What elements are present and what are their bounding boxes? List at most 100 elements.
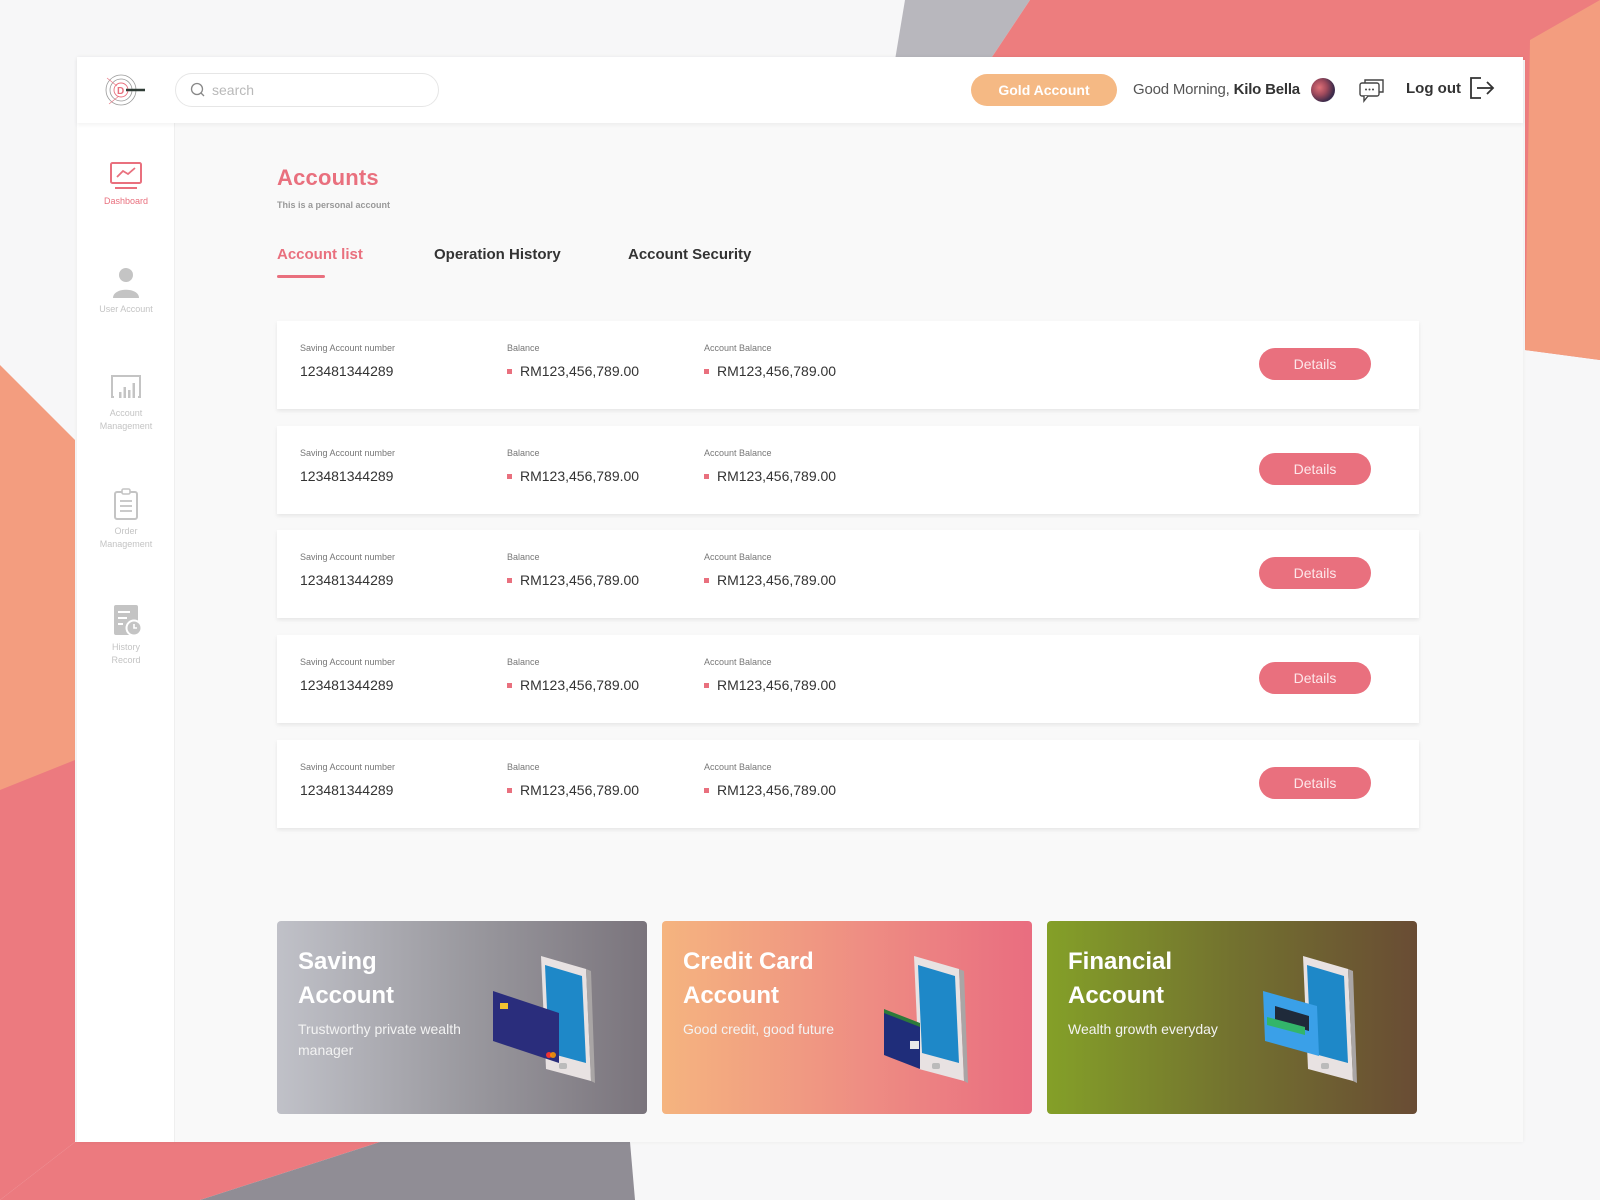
details-button[interactable]: Details [1259, 662, 1371, 694]
app-window: D Gold Account Good Morning, Kilo Bella [77, 57, 1523, 1142]
account-number-cell: Saving Account number 123481344289 [300, 657, 395, 693]
avatar[interactable] [1311, 78, 1335, 102]
svg-text:D: D [117, 86, 124, 97]
sidebar-item-label-line2: Management [99, 539, 153, 549]
balance-text: RM123,456,789.00 [520, 363, 640, 379]
account-balance-value: RM123,456,789.00 [704, 468, 836, 484]
search-icon [190, 82, 205, 97]
promo-card-financial[interactable]: Financial Account Wealth growth everyday [1047, 921, 1417, 1114]
bullet-icon [704, 577, 709, 583]
account-balance-value: RM123,456,789.00 [704, 782, 836, 798]
details-button[interactable]: Details [1259, 767, 1371, 799]
account-number-cell: Saving Account number 123481344289 [300, 552, 395, 588]
account-number-value: 123481344289 [300, 782, 395, 798]
promo-description: Good credit, good future [683, 1021, 834, 1037]
balance-cell: Balance RM123,456,789.00 [507, 762, 639, 798]
promo-title-line1: Credit Card [683, 948, 814, 975]
bullet-icon [507, 473, 512, 479]
balance-value: RM123,456,789.00 [507, 363, 639, 379]
account-number-value: 123481344289 [300, 677, 395, 693]
balance-cell: Balance RM123,456,789.00 [507, 552, 639, 588]
account-balance-label: Account Balance [704, 448, 772, 458]
promo-card-saving[interactable]: Saving Account Trustworthy private wealt… [277, 921, 647, 1114]
details-button[interactable]: Details [1259, 453, 1371, 485]
account-balance-text: RM123,456,789.00 [717, 468, 837, 484]
account-balance-value: RM123,456,789.00 [704, 677, 836, 693]
phone-wallet-icon [884, 956, 968, 1083]
bullet-icon [704, 368, 709, 374]
promo-title: Financial Account [1068, 945, 1268, 1013]
balance-cell: Balance RM123,456,789.00 [507, 448, 639, 484]
account-balance-value: RM123,456,789.00 [704, 572, 836, 588]
promo-card-credit[interactable]: Credit Card Account Good credit, good fu… [662, 921, 1032, 1114]
logo-icon: D [105, 74, 145, 106]
page-subtitle: This is a personal account [277, 200, 391, 210]
details-button[interactable]: Details [1259, 348, 1371, 380]
account-number-value: 123481344289 [300, 363, 395, 379]
account-balance-label: Account Balance [704, 552, 772, 562]
logout-button[interactable]: Log out [1406, 76, 1495, 100]
promo-description: Wealth growth everyday [1068, 1021, 1218, 1037]
account-number-label: Saving Account number [300, 657, 396, 667]
balance-text: RM123,456,789.00 [520, 572, 640, 588]
account-row: Saving Account number 123481344289 Balan… [277, 426, 1419, 514]
number-text: 123481344289 [300, 363, 394, 379]
balance-label: Balance [507, 552, 540, 562]
search-input[interactable] [212, 82, 412, 98]
account-balance-cell: Account Balance RM123,456,789.00 [704, 448, 836, 484]
promo-title-line1: Financial [1068, 948, 1173, 975]
account-balance-cell: Account Balance RM123,456,789.00 [704, 657, 836, 693]
sidebar-item-label-line2: Management [99, 421, 153, 431]
logout-icon [1470, 77, 1495, 99]
balance-value: RM123,456,789.00 [507, 572, 639, 588]
account-number-label: Saving Account number [300, 343, 396, 353]
balance-value: RM123,456,789.00 [507, 468, 639, 484]
search-box[interactable] [175, 73, 439, 107]
sidebar-item-label: Dashboard [103, 196, 149, 206]
bullet-icon [704, 682, 709, 688]
sidebar-item-label-line1: Account [109, 408, 143, 418]
logo[interactable]: D [105, 72, 147, 108]
balance-label: Balance [507, 448, 540, 458]
sidebar-item-account-management[interactable]: Account Management [77, 373, 175, 433]
balance-value: RM123,456,789.00 [507, 782, 639, 798]
gold-account-button[interactable]: Gold Account [971, 74, 1117, 106]
sidebar-item-history-record[interactable]: History Record [77, 603, 175, 667]
number-text: 123481344289 [300, 468, 394, 484]
top-bar: D Gold Account Good Morning, Kilo Bella [77, 57, 1523, 123]
messages-icon[interactable] [1358, 77, 1386, 103]
account-number-value: 123481344289 [300, 572, 395, 588]
tab-account-list[interactable]: Account list [277, 246, 363, 263]
account-number-label: Saving Account number [300, 448, 396, 458]
account-number-cell: Saving Account number 123481344289 [300, 343, 395, 379]
account-balance-value: RM123,456,789.00 [704, 363, 836, 379]
tab-account-security[interactable]: Account Security [628, 246, 751, 263]
bullet-icon [704, 787, 709, 793]
bullet-icon [507, 577, 512, 583]
main-content: Accounts This is a personal account Acco… [175, 123, 1523, 1142]
sidebar-item-user-account[interactable]: User Account [77, 265, 175, 316]
bullet-icon [507, 682, 512, 688]
balance-text: RM123,456,789.00 [520, 468, 640, 484]
account-balance-label: Account Balance [704, 762, 772, 772]
account-number-label: Saving Account number [300, 762, 396, 772]
account-balance-text: RM123,456,789.00 [717, 782, 837, 798]
account-number-cell: Saving Account number 123481344289 [300, 448, 395, 484]
tab-operation-history[interactable]: Operation History [434, 246, 561, 263]
balance-text: RM123,456,789.00 [520, 677, 640, 693]
sidebar-item-order-management[interactable]: Order Management [77, 487, 175, 551]
promo-title-line2: Account [683, 982, 779, 1009]
balance-label: Balance [507, 657, 540, 667]
account-number-cell: Saving Account number 123481344289 [300, 762, 395, 798]
clipboard-icon [114, 488, 138, 520]
details-button[interactable]: Details [1259, 557, 1371, 589]
phone-credit-card-icon [493, 956, 595, 1083]
balance-label: Balance [507, 762, 540, 772]
promo-title-line1: Saving [298, 948, 377, 975]
bullet-icon [507, 787, 512, 793]
sidebar-item-label: User Account [99, 304, 153, 314]
number-text: 123481344289 [300, 677, 394, 693]
account-balance-text: RM123,456,789.00 [717, 363, 837, 379]
account-number-label: Saving Account number [300, 552, 396, 562]
sidebar-item-dashboard[interactable]: Dashboard [77, 161, 175, 208]
